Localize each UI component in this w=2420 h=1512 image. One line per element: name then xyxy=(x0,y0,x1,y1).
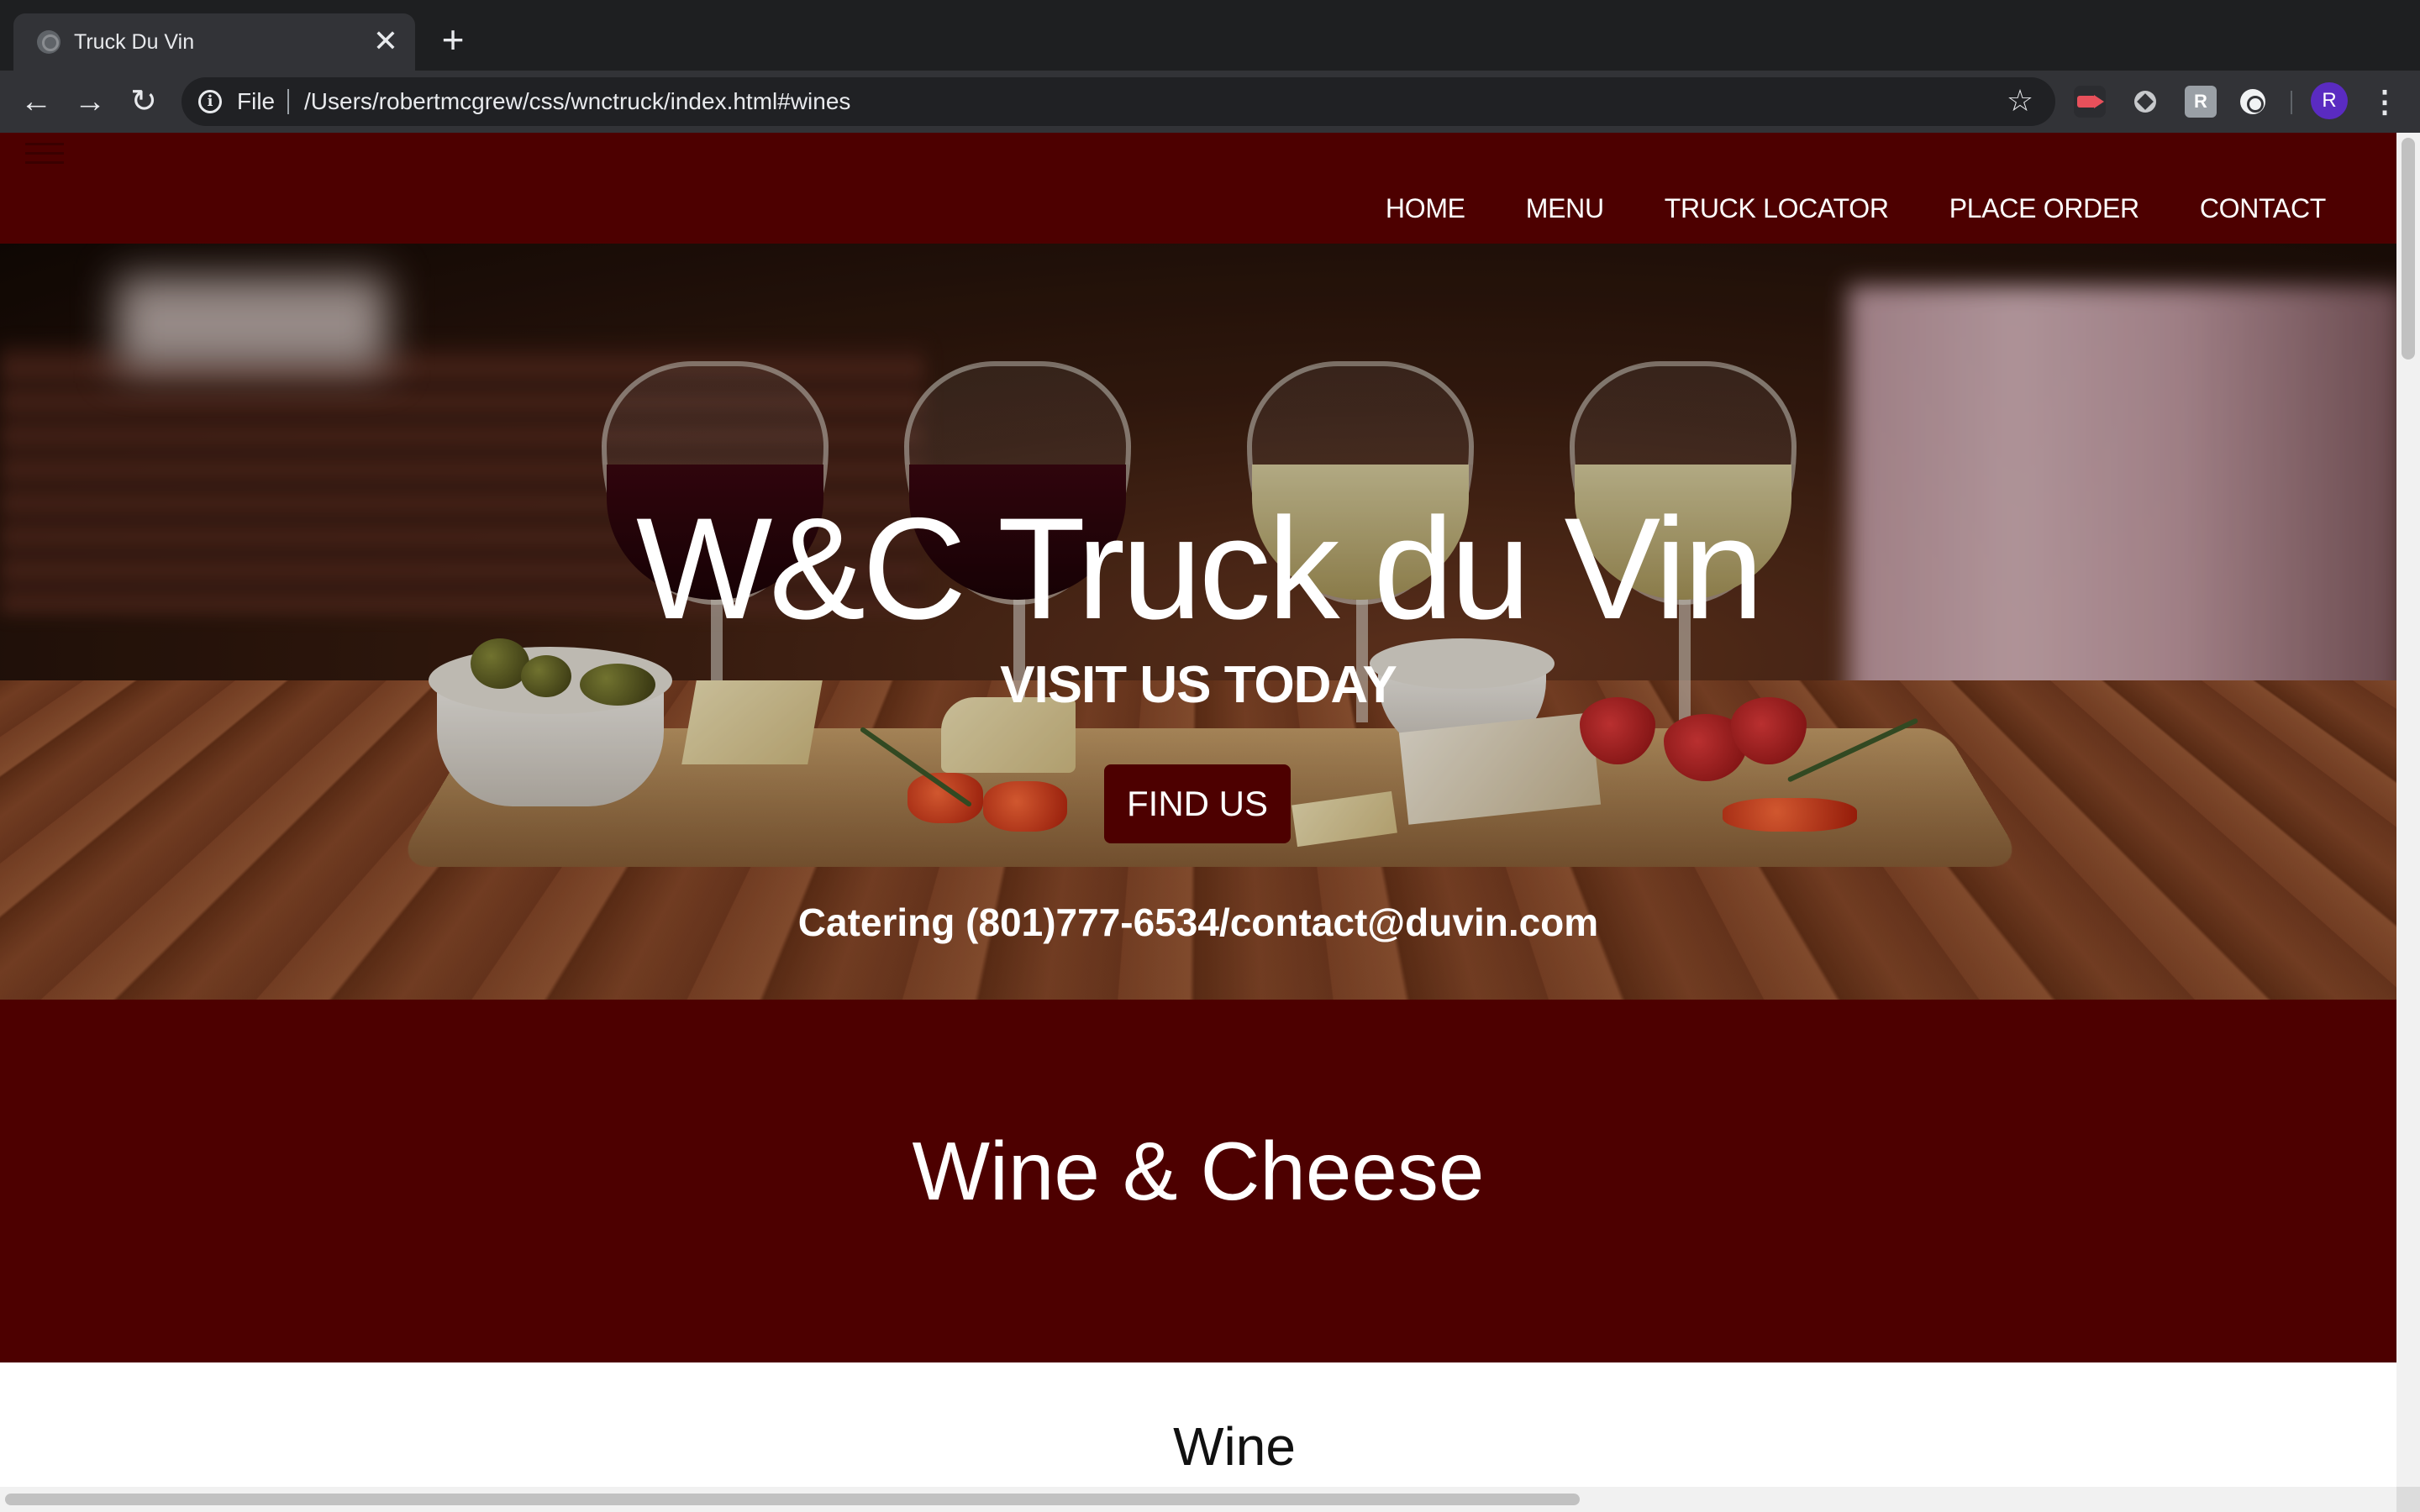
find-us-button[interactable]: FIND US xyxy=(1104,764,1291,843)
nav-home[interactable]: HOME xyxy=(1386,192,1465,225)
hero-section: W&C Truck du Vin VISIT US TODAY FIND US … xyxy=(0,244,2396,1000)
horizontal-scroll-thumb[interactable] xyxy=(5,1494,1580,1505)
nav-contact[interactable]: CONTACT xyxy=(2200,192,2326,225)
r-extension-icon[interactable]: R xyxy=(2185,86,2217,118)
hero-subtitle: VISIT US TODAY xyxy=(1000,656,1397,714)
vertical-scrollbar[interactable] xyxy=(2396,133,2420,1487)
bookmark-star-icon[interactable]: ☆ xyxy=(2003,84,2037,118)
wine-cheese-banner: Wine & Cheese xyxy=(0,1000,2396,1362)
browser-tab[interactable]: Truck Du Vin ✕ xyxy=(13,13,415,71)
address-bar[interactable]: i File /Users/robertmcgrew/css/wnctruck/… xyxy=(182,77,2055,126)
tab-strip: Truck Du Vin ✕ + xyxy=(0,0,2420,71)
back-button[interactable]: ← xyxy=(17,82,55,121)
scrollbar-corner xyxy=(2396,1487,2420,1512)
nav-truck-locator[interactable]: TRUCK LOCATOR xyxy=(1665,192,1889,225)
forward-button[interactable]: → xyxy=(71,82,109,121)
tab-title: Truck Du Vin xyxy=(74,30,195,54)
wine-heading: Wine xyxy=(1173,1416,1296,1477)
hero-title: W&C Truck du Vin xyxy=(636,488,1764,649)
profile-avatar[interactable]: R xyxy=(2311,82,2348,119)
omnibox-divider xyxy=(287,89,289,114)
horizontal-scrollbar[interactable] xyxy=(0,1487,2396,1512)
url-text[interactable]: /Users/robertmcgrew/css/wnctruck/index.h… xyxy=(304,87,850,116)
browser-toolbar: ← → ↻ i File /Users/robertmcgrew/css/wnc… xyxy=(0,71,2420,133)
close-tab-icon[interactable]: ✕ xyxy=(370,25,402,57)
toolbar-divider xyxy=(2291,91,2292,114)
nav-menu[interactable]: MENU xyxy=(1526,192,1604,225)
site-navbar: HOME MENU TRUCK LOCATOR PLACE ORDER CONT… xyxy=(0,133,2396,244)
video-extension-icon[interactable] xyxy=(2074,86,2106,118)
page-viewport: HOME MENU TRUCK LOCATOR PLACE ORDER CONT… xyxy=(0,133,2396,1487)
reload-button[interactable]: ↻ xyxy=(124,82,163,121)
globe-icon xyxy=(37,30,60,54)
section-title: Wine & Cheese xyxy=(912,1125,1485,1217)
nav-links: HOME MENU TRUCK LOCATOR PLACE ORDER CONT… xyxy=(1386,192,2326,225)
vertical-scroll-thumb[interactable] xyxy=(2402,138,2415,360)
info-icon[interactable]: i xyxy=(198,90,222,113)
hamburger-icon[interactable] xyxy=(25,143,64,168)
catering-contact: Catering (801)777-6534/contact@duvin.com xyxy=(797,900,1599,944)
nav-place-order[interactable]: PLACE ORDER xyxy=(1949,192,2139,225)
new-tab-button[interactable]: + xyxy=(434,20,472,59)
browser-menu-icon[interactable]: ⋮ xyxy=(2368,82,2402,121)
url-scheme: File xyxy=(237,88,276,114)
grammar-extension-icon[interactable] xyxy=(2237,86,2269,118)
vscode-extension-icon[interactable] xyxy=(2129,86,2161,118)
